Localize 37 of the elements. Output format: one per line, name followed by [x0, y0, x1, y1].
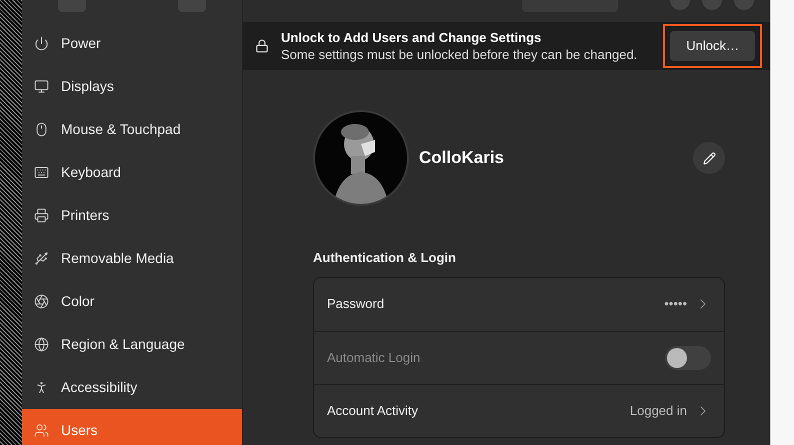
sidebar-item[interactable]: Mouse & Touchpad	[22, 108, 242, 151]
section-heading: Authentication & Login	[313, 249, 457, 267]
sidebar-item[interactable]: Keyboard	[22, 151, 242, 194]
settings-row[interactable]: Password •••••	[314, 278, 724, 330]
lock-icon	[255, 39, 269, 53]
row-value: •••••	[664, 295, 687, 314]
users-icon	[34, 423, 49, 438]
printer-icon	[34, 208, 49, 223]
edit-button[interactable]	[693, 142, 725, 174]
sidebar-item[interactable]: Printers	[22, 194, 242, 237]
sidebar-item[interactable]: Color	[22, 280, 242, 323]
usb-icon	[34, 251, 49, 266]
sidebar-item[interactable]: Region & Language	[22, 323, 242, 366]
aperture-icon	[34, 294, 49, 309]
mouse-icon	[34, 122, 49, 137]
sidebar-item[interactable]: Users	[22, 409, 242, 445]
unlock-button[interactable]: Unlock…	[670, 31, 755, 61]
row-label: Automatic Login	[327, 348, 422, 367]
row-label: Password	[327, 295, 386, 314]
sidebar-item[interactable]: Accessibility	[22, 366, 242, 409]
row-value: Logged in	[630, 402, 687, 420]
window-button[interactable]	[702, 0, 722, 10]
globe-icon	[34, 337, 49, 352]
sidebar-item[interactable]: Power	[22, 22, 242, 65]
row-label: Account Activity	[327, 402, 420, 420]
window-button[interactable]	[670, 0, 690, 10]
power-icon	[34, 36, 49, 51]
window-button[interactable]	[734, 0, 754, 10]
settings-row[interactable]: Account Activity Logged in	[314, 384, 724, 436]
user-name: ColloKaris	[419, 147, 506, 170]
keyboard-icon	[34, 165, 49, 180]
sidebar-item[interactable]: Removable Media	[22, 237, 242, 280]
pencil-icon	[702, 152, 716, 164]
banner-title: Unlock to Add Users and Change Settings	[281, 29, 542, 46]
banner-subtitle: Some settings must be unlocked before they can be changed.	[281, 46, 638, 63]
monitor-icon	[34, 79, 49, 94]
sidebar-item[interactable]: Displays	[22, 65, 242, 108]
